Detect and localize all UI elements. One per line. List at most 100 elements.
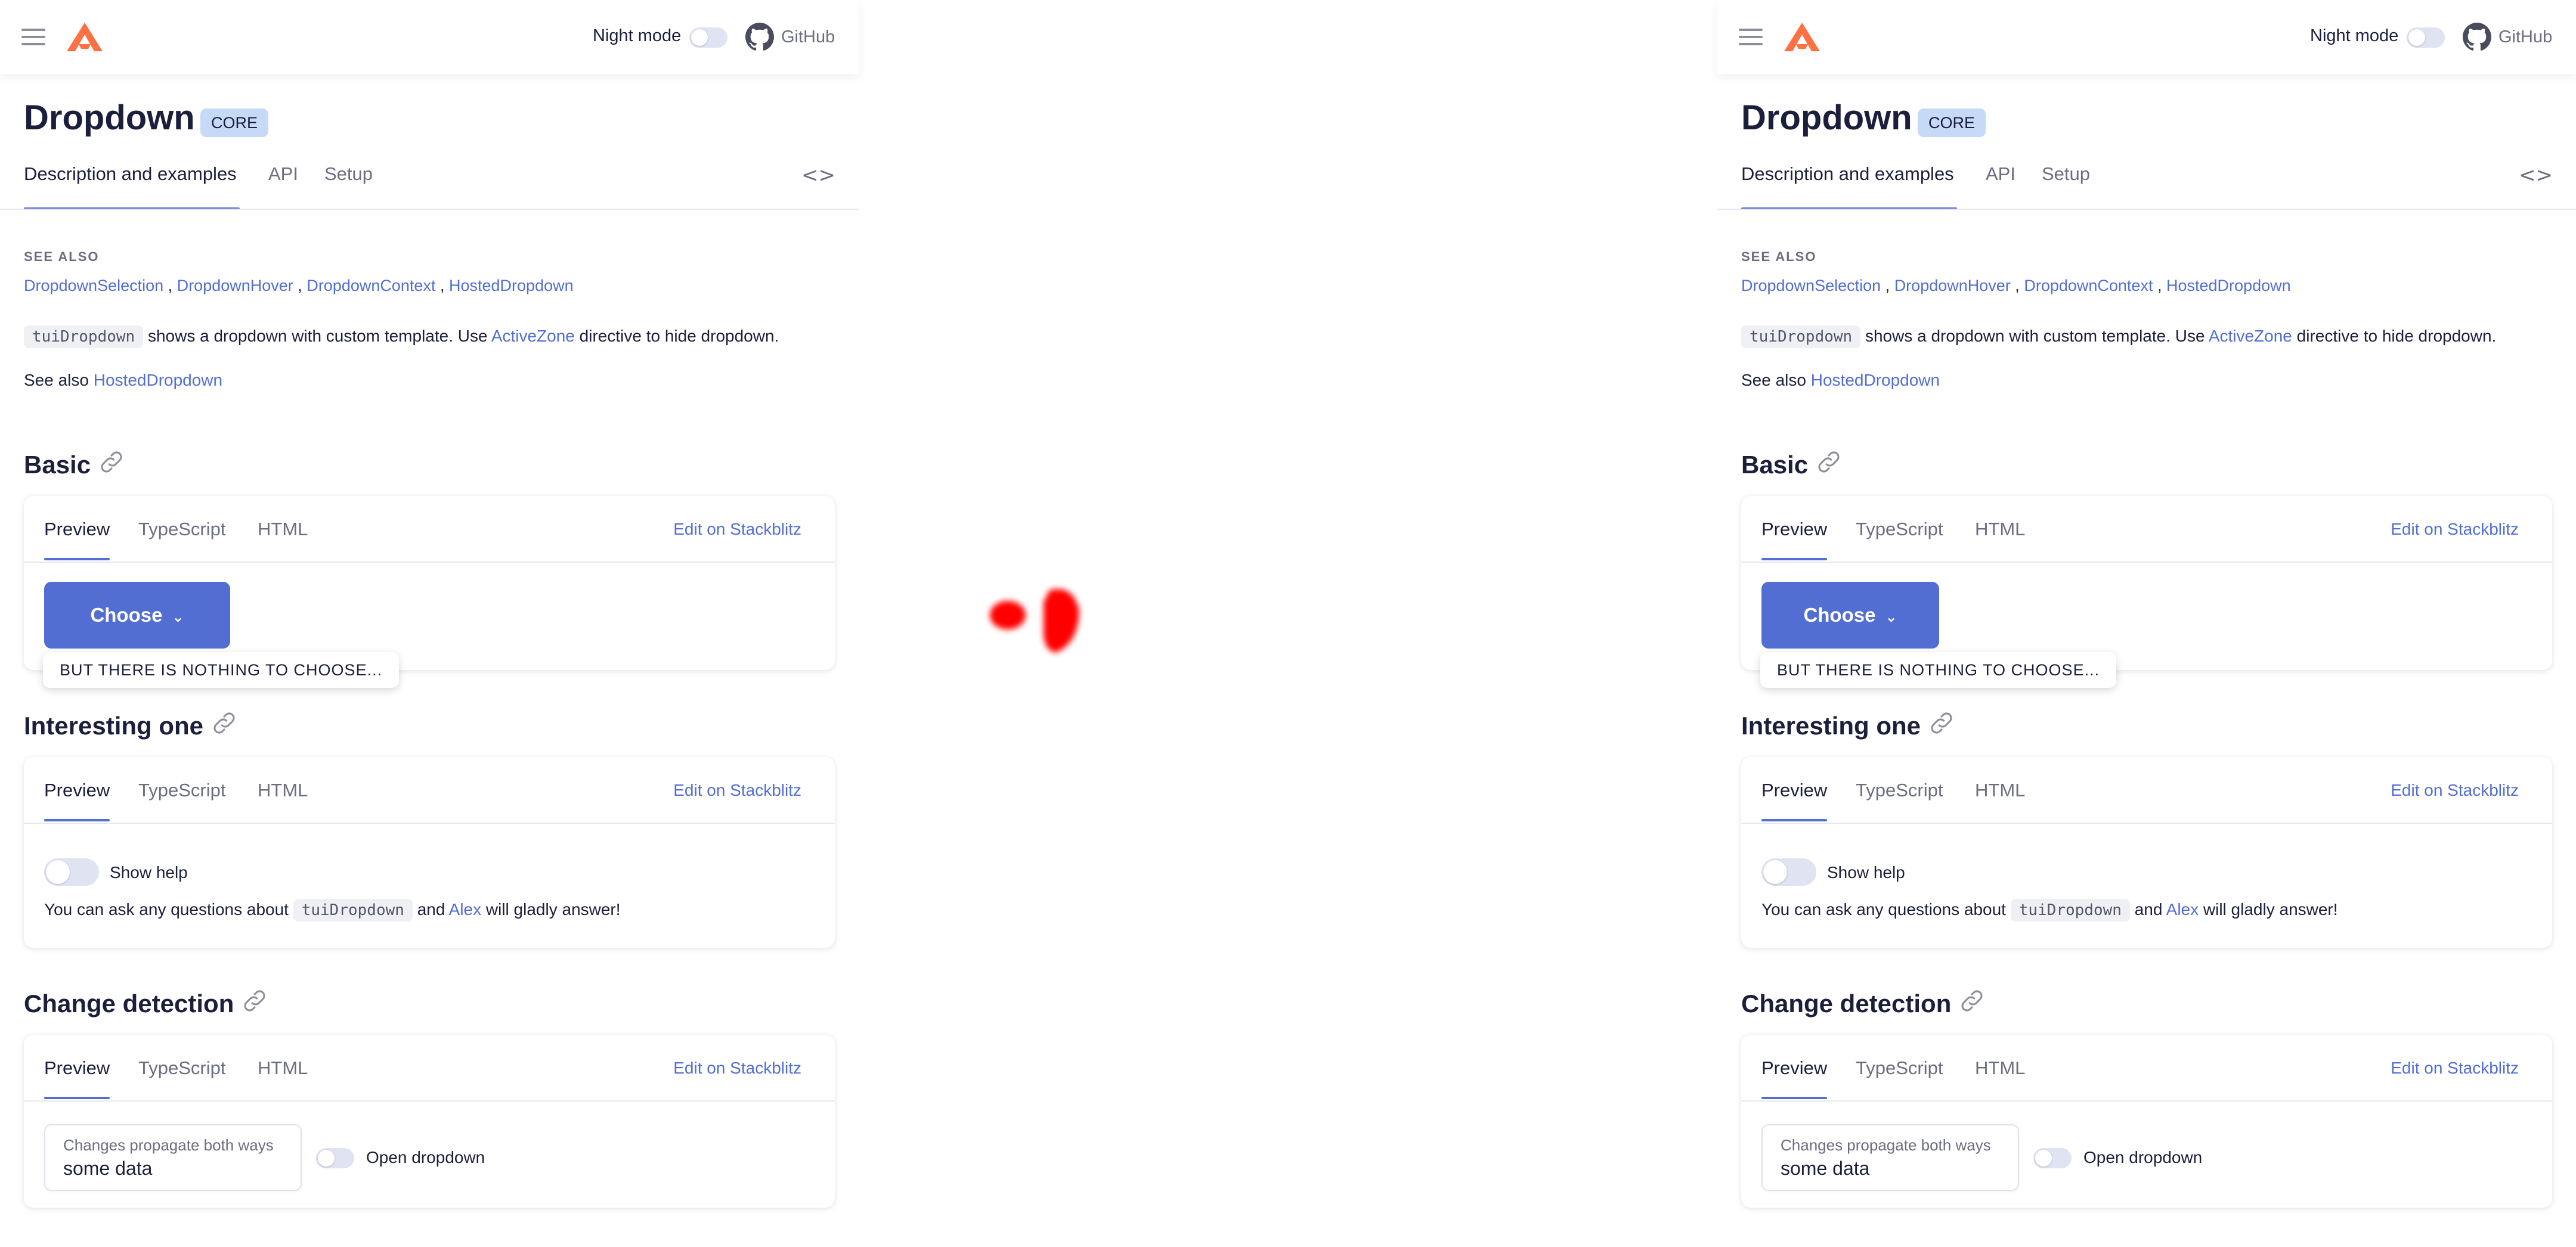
show-help-toggle[interactable] [1761,858,1816,886]
tab-html[interactable]: HTML [1975,519,2025,540]
example-card-basic: Preview TypeScript HTML Edit on Stackbli… [24,496,835,670]
tab-description[interactable]: Description and examples [1741,163,1954,185]
data-input[interactable]: Changes propagate both ways some data [44,1124,302,1191]
example-card-interesting: Preview TypeScript HTML Edit on Stackbli… [1741,757,2552,948]
anchor-link-icon[interactable] [210,709,238,737]
tab-setup[interactable]: Setup [324,163,373,185]
choose-button-label: Choose [90,604,163,626]
anchor-link-icon[interactable] [98,448,125,476]
data-input[interactable]: Changes propagate both ways some data [1761,1124,2019,1191]
link-hosted-dropdown[interactable]: HostedDropdown [1811,371,1940,389]
edit-on-stackblitz-link[interactable]: Edit on Stackblitz [673,520,801,539]
menu-icon[interactable] [21,26,45,48]
link-hosted-dropdown[interactable]: HostedDropdown [94,371,222,389]
tabs-divider [1717,209,2576,210]
tabs-divider [0,209,859,210]
section-title-basic: Basic [24,448,125,479]
link-dropdown-context[interactable]: DropdownContext [2024,277,2153,294]
active-tab-indicator [44,1097,110,1099]
link-dropdown-selection[interactable]: DropdownSelection [1741,277,1881,294]
tab-typescript[interactable]: TypeScript [1856,780,1943,801]
anchor-link-icon[interactable] [1958,987,1986,1015]
tab-typescript[interactable]: TypeScript [1856,519,1943,540]
separator: , [2157,277,2162,294]
anchor-link-icon[interactable] [241,987,268,1015]
github-icon[interactable] [2463,23,2491,51]
github-link[interactable]: GitHub [781,27,835,47]
edit-on-stackblitz-link[interactable]: Edit on Stackblitz [673,781,801,800]
edit-on-stackblitz-link[interactable]: Edit on Stackblitz [673,1059,801,1078]
choose-button[interactable]: Choose ⌄ [44,582,230,649]
github-icon[interactable] [745,23,774,51]
link-dropdown-hover[interactable]: DropdownHover [177,277,293,294]
open-dropdown-toggle[interactable] [316,1148,354,1168]
tab-setup[interactable]: Setup [2042,163,2090,185]
code-snippet: tuiDropdown [24,325,144,348]
card-tabs: Preview TypeScript HTML Edit on Stackbli… [24,496,835,563]
code-icon[interactable]: <> [2519,163,2553,187]
section-title-interesting: Interesting one [24,709,238,740]
active-tab-indicator [1761,1097,1827,1099]
tab-api[interactable]: API [1986,163,2015,185]
link-hosted-dropdown[interactable]: HostedDropdown [449,277,574,294]
example-card-basic: Preview TypeScript HTML Edit on Stackbli… [1741,496,2552,670]
tab-description[interactable]: Description and examples [24,163,237,185]
tab-preview[interactable]: Preview [1761,519,1827,540]
tab-html[interactable]: HTML [258,519,308,540]
link-dropdown-selection[interactable]: DropdownSelection [24,277,163,294]
description-part: shows a dropdown with custom template. U… [147,327,488,345]
anchor-link-icon[interactable] [1815,448,1843,476]
show-help-toggle[interactable] [44,858,99,886]
tab-preview[interactable]: Preview [1761,1057,1827,1079]
top-header: Night mode GitHub [1717,0,2576,74]
edit-on-stackblitz-link[interactable]: Edit on Stackblitz [2391,781,2519,800]
see-also-heading: SEE ALSO [1741,249,1817,264]
link-active-zone[interactable]: ActiveZone [2209,327,2292,345]
tab-typescript[interactable]: TypeScript [1856,1057,1943,1079]
anchor-link-icon[interactable] [1928,709,1955,737]
ask-text-part: You can ask any questions about [1761,900,2006,919]
show-help-label: Show help [110,863,188,882]
menu-icon[interactable] [1739,26,1763,48]
edit-on-stackblitz-link[interactable]: Edit on Stackblitz [2391,520,2519,539]
code-snippet: tuiDropdown [2010,899,2130,922]
input-value: some data [1781,1158,1870,1179]
code-icon[interactable]: <> [801,163,835,187]
tab-preview[interactable]: Preview [44,780,110,801]
edit-on-stackblitz-link[interactable]: Edit on Stackblitz [2391,1059,2519,1078]
see-also-line: See also HostedDropdown [1741,371,1940,390]
link-active-zone[interactable]: ActiveZone [491,327,575,345]
link-dropdown-hover[interactable]: DropdownHover [1894,277,2011,294]
tab-preview[interactable]: Preview [44,519,110,540]
tab-html[interactable]: HTML [1975,1057,2025,1079]
ask-text: You can ask any questions about tuiDropd… [44,899,621,922]
description-part: directive to hide dropdown. [579,327,779,345]
night-mode-toggle[interactable] [2407,27,2445,48]
link-hosted-dropdown[interactable]: HostedDropdown [2166,277,2291,294]
separator: , [439,277,445,294]
tab-preview[interactable]: Preview [44,1057,110,1079]
tab-typescript[interactable]: TypeScript [138,1057,225,1079]
taiga-logo-icon[interactable] [1783,21,1821,52]
tab-html[interactable]: HTML [258,780,308,801]
tab-html[interactable]: HTML [258,1057,308,1079]
night-mode-toggle[interactable] [689,27,727,48]
choose-button[interactable]: Choose ⌄ [1761,582,1939,649]
code-snippet: tuiDropdown [293,899,413,922]
tab-api[interactable]: API [268,163,298,185]
page-tabs: Description and examples API Setup [1741,163,2552,211]
page-title: Dropdown [24,98,195,137]
night-mode-label: Night mode [593,26,682,45]
tab-preview[interactable]: Preview [1761,780,1827,801]
link-dropdown-context[interactable]: DropdownContext [306,277,435,294]
tab-typescript[interactable]: TypeScript [138,780,225,801]
link-alex[interactable]: Alex [2166,900,2199,919]
link-alex[interactable]: Alex [449,900,481,919]
open-dropdown-label: Open dropdown [2083,1148,2203,1167]
tab-html[interactable]: HTML [1975,780,2025,801]
github-link[interactable]: GitHub [2498,27,2552,47]
taiga-logo-icon[interactable] [66,21,104,52]
open-dropdown-toggle[interactable] [2033,1148,2072,1168]
tab-typescript[interactable]: TypeScript [138,519,225,540]
active-tab-indicator [44,819,110,821]
